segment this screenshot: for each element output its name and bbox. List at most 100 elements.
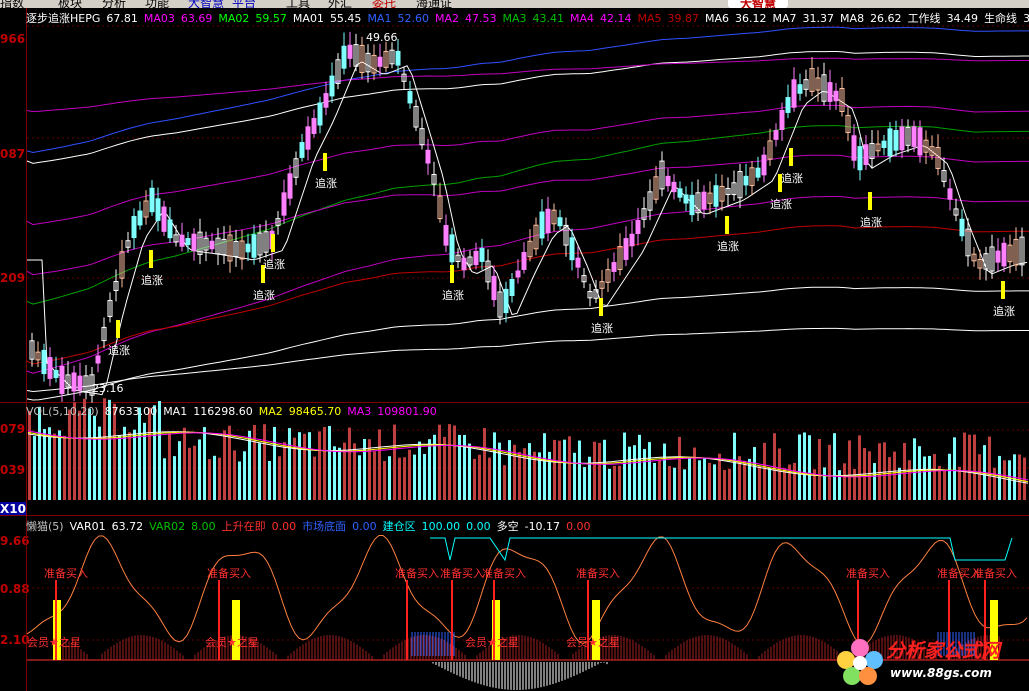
main-header-item-4: MA02	[218, 12, 250, 25]
candle-body-138	[857, 146, 863, 171]
vol-header-item-3: 116298.60	[193, 405, 253, 418]
candle-body-17	[131, 215, 137, 239]
candle-body-21	[155, 198, 161, 221]
volume-bar-75	[403, 457, 406, 500]
volume-bar-130	[678, 436, 681, 500]
candle-body-74	[473, 250, 479, 266]
chart-canvas[interactable]	[0, 0, 1029, 691]
ma-line-9	[26, 57, 1029, 113]
main-header-item-13: 43.41	[532, 12, 564, 25]
buy-label-2: 准备买入	[395, 567, 439, 580]
high-price-label: 49.66	[366, 31, 398, 44]
volume-bar-114	[598, 442, 601, 500]
candle-body-61	[395, 50, 401, 66]
volume-bar-133	[693, 447, 696, 500]
volume-bar-18	[118, 435, 121, 500]
volume-bar-110	[578, 440, 581, 500]
volume-bar-87	[463, 434, 466, 500]
chase-label-10: 追涨	[860, 216, 882, 229]
main-chart-header: 逐步追涨HEPG 67.81 MA03 63.69 MA02 59.57 MA01 55.45…	[26, 10, 1029, 26]
yellow-signal-bar-3	[592, 600, 600, 660]
ind-header-item-0: 懒猫(5)	[26, 520, 64, 533]
main-header-item-21: 31.37	[802, 12, 835, 25]
volume-bar-150	[778, 448, 781, 500]
candle-body-50	[329, 75, 335, 97]
chase-marker-4	[323, 153, 327, 171]
volume-bar-88	[468, 443, 471, 500]
volume-bar-64	[348, 427, 351, 500]
volume-bar-128	[668, 466, 671, 500]
volume-bar-170	[878, 443, 881, 500]
volume-bar-129	[673, 467, 676, 500]
main-header-item-1: 67.81	[106, 12, 138, 25]
volume-bar-37	[213, 455, 216, 500]
candle-body-126	[785, 97, 791, 113]
candle-body-36	[245, 243, 251, 253]
volume-bar-162	[838, 470, 841, 500]
candle-body-72	[461, 257, 467, 271]
volume-bar-85	[453, 425, 456, 500]
main-header-item-23: 26.62	[870, 12, 902, 25]
chase-label-6: 追涨	[591, 322, 613, 335]
ind-header-item-3: VAR02	[149, 520, 186, 533]
volume-bar-21	[133, 429, 136, 500]
star-label-3: 会员★之星	[566, 636, 620, 649]
volume-bar-181	[933, 454, 936, 500]
candle-body-133	[827, 82, 833, 102]
chase-label-3: 追涨	[263, 258, 285, 271]
volume-bar-28	[168, 433, 171, 500]
volume-bar-54	[298, 432, 301, 500]
candle-body-108	[677, 188, 683, 198]
vol-header-item-5: 98465.70	[288, 405, 342, 418]
main-header-item-6: MA01	[292, 12, 324, 25]
candle-body-155	[959, 218, 965, 237]
volume-bar-120	[628, 446, 631, 500]
volume-bar-195	[1003, 460, 1006, 500]
candle-body-22	[161, 206, 167, 232]
volume-bar-96	[508, 440, 511, 500]
volume-bar-107	[563, 439, 566, 500]
candle-body-144	[893, 130, 899, 151]
candle-body-88	[557, 217, 563, 227]
volume-bar-89	[473, 458, 476, 500]
candle-body-143	[887, 128, 893, 157]
volume-bar-20	[128, 432, 131, 500]
vol-header-item-7: 109801.90	[377, 405, 437, 418]
candle-body-124	[773, 130, 779, 140]
volume-bar-17	[113, 403, 116, 500]
candle-body-99	[623, 238, 629, 260]
main-header-item-10: MA2	[434, 12, 459, 25]
volume-bar-146	[758, 465, 761, 500]
volume-bar-50	[278, 456, 281, 500]
buy-label-1: 准备买入	[207, 567, 251, 580]
volume-bar-183	[943, 469, 946, 500]
volume-bar-92	[488, 457, 491, 500]
vol-header-item-1: 87633.00	[104, 405, 158, 418]
candle-body-69	[443, 225, 449, 246]
main-header-item-16: MA5	[637, 12, 662, 25]
volume-bar-131	[683, 469, 686, 500]
candle-body-110	[689, 194, 695, 216]
vol-header-item-2: MA1	[163, 405, 188, 418]
volume-bar-84	[448, 424, 451, 500]
ind-header-item-8: 0.00	[352, 520, 377, 533]
volume-bar-45	[253, 424, 256, 500]
volume-bar-52	[288, 428, 291, 500]
candle-body-30	[209, 240, 215, 250]
volume-bar-32	[188, 447, 191, 500]
volume-bar-140	[728, 468, 731, 500]
volume-bar-166	[858, 435, 861, 500]
volume-bar-113	[593, 441, 596, 500]
volume-bar-41	[233, 450, 236, 500]
volume-bar-187	[963, 432, 966, 500]
volume-bar-10	[78, 410, 81, 500]
main-header-item-0: 逐步追涨HEPG	[26, 12, 101, 25]
volume-bar-154	[798, 434, 801, 500]
volume-bar-192	[988, 436, 991, 500]
volume-bar-2	[38, 406, 41, 500]
candle-body-47	[311, 118, 317, 134]
volume-bar-163	[843, 463, 846, 500]
yellow-signal-bar-1	[232, 600, 240, 660]
volume-bar-83	[443, 436, 446, 500]
chase-label-1: 追涨	[141, 274, 163, 287]
